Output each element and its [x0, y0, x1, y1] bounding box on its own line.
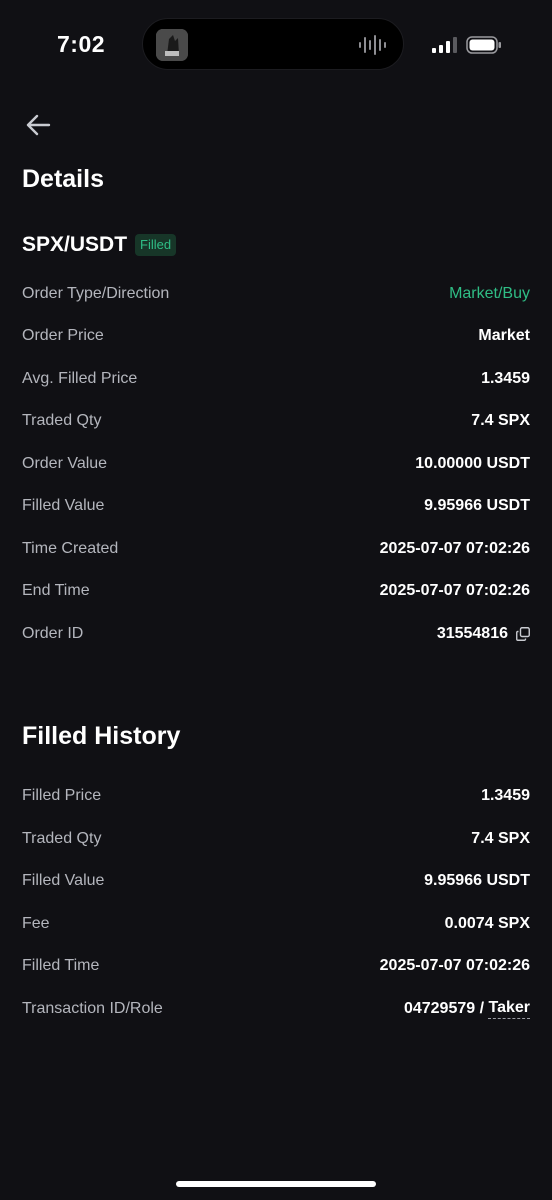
- detail-row-time-created: Time Created 2025-07-07 07:02:26: [22, 537, 530, 561]
- history-row-filled-time: Filled Time 2025-07-07 07:02:26: [22, 954, 530, 978]
- detail-value: 1.3459: [481, 370, 530, 387]
- history-label: Traded Qty: [22, 830, 102, 847]
- battery-icon: [466, 36, 501, 54]
- history-label: Transaction ID/Role: [22, 1000, 163, 1017]
- copy-icon[interactable]: [516, 627, 530, 641]
- history-label: Filled Time: [22, 957, 100, 974]
- detail-label: Order ID: [22, 625, 84, 642]
- role-tooltip-link[interactable]: Taker: [488, 999, 530, 1019]
- detail-row-traded-qty: Traded Qty 7.4 SPX: [22, 409, 530, 433]
- dynamic-island: [142, 18, 404, 70]
- detail-value: 2025-07-07 07:02:26: [379, 582, 530, 599]
- detail-value: 9.95966 USDT: [424, 497, 530, 514]
- order-id: 31554816: [436, 625, 508, 642]
- arrow-left-icon: [26, 114, 51, 136]
- page-title: Details: [22, 165, 104, 193]
- trading-pair-header: SPX/USDT Filled: [22, 233, 177, 257]
- history-label: Filled Value: [22, 872, 105, 889]
- back-button[interactable]: [22, 108, 56, 142]
- now-playing-artwork: [156, 29, 188, 61]
- transaction-id: 04729579 /: [403, 1000, 489, 1017]
- audio-waveform-icon: [359, 35, 386, 55]
- transaction-value: 04729579 / Taker: [404, 999, 530, 1019]
- detail-value: 2025-07-07 07:02:26: [379, 540, 530, 557]
- detail-label: End Time: [22, 582, 90, 599]
- status-bar: 7:02: [0, 0, 552, 90]
- order-id-value: 31554816: [437, 625, 530, 643]
- trading-pair: SPX/USDT: [22, 233, 128, 256]
- history-value: 2025-07-07 07:02:26: [379, 957, 530, 974]
- detail-value: 7.4 SPX: [471, 412, 530, 429]
- detail-label: Avg. Filled Price: [22, 370, 138, 387]
- detail-row-order-value: Order Value 10.00000 USDT: [22, 452, 530, 476]
- detail-value: Market: [478, 327, 530, 344]
- detail-row-order-id: Order ID 31554816: [22, 622, 530, 646]
- status-badge: Filled: [135, 234, 177, 256]
- filled-history-title: Filled History: [22, 722, 181, 750]
- status-indicators: [432, 36, 502, 54]
- detail-row-order-type: Order Type/Direction Market/Buy: [22, 282, 530, 306]
- detail-value: 10.00000 USDT: [415, 455, 530, 472]
- status-time: 7:02: [57, 31, 106, 57]
- history-value: 9.95966 USDT: [424, 872, 530, 889]
- history-label: Filled Price: [22, 787, 102, 804]
- history-row-filled-value: Filled Value 9.95966 USDT: [22, 869, 530, 893]
- detail-row-end-time: End Time 2025-07-07 07:02:26: [22, 579, 530, 603]
- history-value: 0.0074 SPX: [444, 915, 530, 932]
- detail-label: Order Value: [22, 455, 108, 472]
- detail-label: Order Type/Direction: [22, 285, 170, 302]
- detail-label: Traded Qty: [22, 412, 102, 429]
- detail-row-filled-value: Filled Value 9.95966 USDT: [22, 494, 530, 518]
- detail-label: Filled Value: [22, 497, 105, 514]
- history-value: 7.4 SPX: [471, 830, 530, 847]
- history-row-fee: Fee 0.0074 SPX: [22, 912, 530, 936]
- cellular-signal-icon: [432, 37, 457, 53]
- history-value: 1.3459: [481, 787, 530, 804]
- detail-row-order-price: Order Price Market: [22, 324, 530, 348]
- history-row-traded-qty: Traded Qty 7.4 SPX: [22, 827, 530, 851]
- history-row-transaction: Transaction ID/Role 04729579 / Taker: [22, 997, 530, 1021]
- home-indicator: [176, 1181, 376, 1187]
- detail-value-direction: Market/Buy: [449, 285, 530, 302]
- history-label: Fee: [22, 915, 50, 932]
- history-row-filled-price: Filled Price 1.3459: [22, 784, 530, 808]
- detail-label: Order Price: [22, 327, 104, 344]
- detail-row-avg-filled-price: Avg. Filled Price 1.3459: [22, 367, 530, 391]
- detail-label: Time Created: [22, 540, 119, 557]
